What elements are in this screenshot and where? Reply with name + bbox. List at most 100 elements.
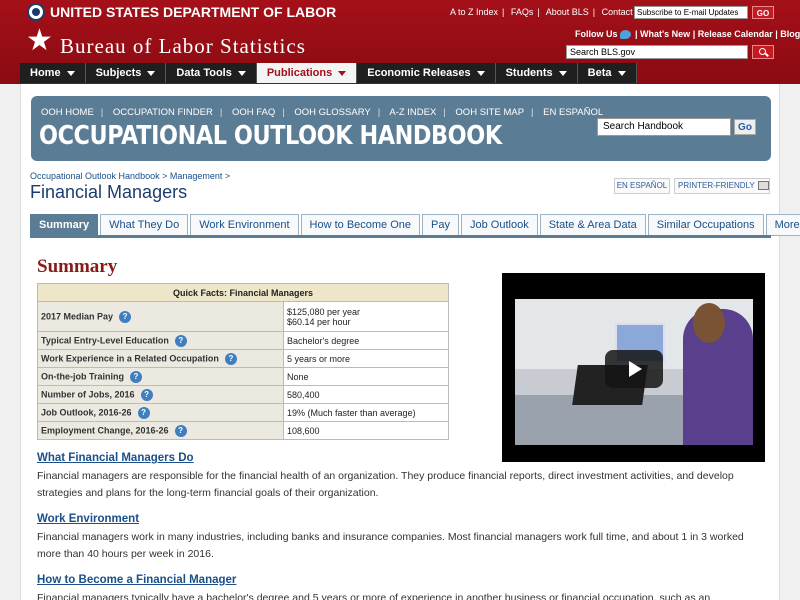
ooh-banner: OOH HOME | OCCUPATION FINDER | OOH FAQ | OO… <box>31 96 771 161</box>
help-icon[interactable]: ? <box>130 370 142 383</box>
breadcrumb-management[interactable]: Management <box>170 171 223 181</box>
fact-label: 2017 Median Pay? <box>37 301 284 332</box>
help-icon[interactable]: ? <box>119 310 132 323</box>
nav-subjects[interactable]: Subjects <box>85 63 167 83</box>
email-updates-input[interactable]: Subscribe to E-mail Updates <box>634 6 748 19</box>
email-go-button[interactable]: GO <box>752 6 774 19</box>
section-heading-how-to-become[interactable]: How to Become a Financial Manager <box>37 574 236 586</box>
ooh-title[interactable]: OCCUPATIONAL OUTLOOK HANDBOOK <box>39 121 502 151</box>
tab-work-environment[interactable]: Work Environment <box>190 214 299 236</box>
blog-link[interactable]: Blog <box>780 29 800 39</box>
section-heading-what-they-do[interactable]: What Financial Managers Do <box>37 452 194 464</box>
fact-label-text: On-the-job Training <box>41 370 124 381</box>
tab-more-info[interactable]: More Info <box>765 214 800 236</box>
bls-star-icon: ★ <box>26 24 53 57</box>
nav-students[interactable]: Students <box>495 63 578 83</box>
table-row: Job Outlook, 2016-26? 19% (Much faster t… <box>37 403 449 422</box>
fact-value: 580,400 <box>283 385 449 404</box>
dol-seal-icon[interactable] <box>27 3 45 21</box>
tab-state-area-data[interactable]: State & Area Data <box>539 214 646 236</box>
nav-beta[interactable]: Beta <box>577 63 637 83</box>
tab-pay[interactable]: Pay <box>422 214 459 236</box>
handbook-search-input[interactable]: Search Handbook <box>597 118 731 136</box>
help-icon[interactable]: ? <box>174 334 187 347</box>
ooh-faq-link[interactable]: OOH FAQ <box>232 107 275 118</box>
section-text: Financial managers work in many industri… <box>37 531 744 560</box>
espanol-button[interactable]: EN ESPAÑOL <box>614 178 670 194</box>
divider: | <box>592 7 596 17</box>
occupation-finder-link[interactable]: OCCUPATION FINDER <box>113 107 213 118</box>
tab-what-they-do[interactable]: What They Do <box>100 214 189 236</box>
link-a-to-z[interactable]: A to Z Index <box>450 7 498 17</box>
printer-friendly-label: PRINTER-FRIENDLY <box>678 181 755 190</box>
follow-us-link[interactable]: Follow Us <box>575 29 618 39</box>
chevron-down-icon <box>66 70 75 76</box>
search-icon[interactable] <box>752 45 774 59</box>
table-row: Employment Change, 2016-26? 108,600 <box>37 421 449 440</box>
handbook-go-button[interactable]: Go <box>734 119 756 135</box>
fact-label: Number of Jobs, 2016? <box>37 385 284 404</box>
fact-label-text: Number of Jobs, 2016 <box>41 388 135 399</box>
link-faqs[interactable]: FAQs <box>511 7 534 17</box>
page-title: Financial Managers <box>30 182 188 202</box>
fact-value: None <box>283 367 449 386</box>
divider: | <box>443 107 446 118</box>
bls-search-input[interactable]: Search BLS.gov <box>566 45 748 59</box>
nav-home[interactable]: Home <box>20 63 86 83</box>
breadcrumb-ooh[interactable]: Occupational Outlook Handbook <box>30 171 160 181</box>
tab-job-outlook[interactable]: Job Outlook <box>461 214 538 236</box>
chevron-down-icon <box>558 70 567 76</box>
chevron-down-icon <box>617 70 626 76</box>
help-icon[interactable]: ? <box>224 352 237 365</box>
section-text: Financial managers are responsible for t… <box>37 470 734 499</box>
video-player[interactable] <box>502 273 765 462</box>
table-row: Number of Jobs, 2016? 580,400 <box>37 385 449 404</box>
twitter-icon[interactable] <box>619 30 631 40</box>
summary-heading: Summary <box>37 256 118 277</box>
tab-similar-occupations[interactable]: Similar Occupations <box>647 214 764 236</box>
ooh-site-map-link[interactable]: OOH SITE MAP <box>455 107 524 118</box>
fact-label: Work Experience in a Related Occupation? <box>37 349 284 368</box>
table-row: 2017 Median Pay? $125,080 per year $60.14… <box>37 301 449 332</box>
whats-new-link[interactable]: What's New <box>640 29 690 39</box>
nav-data-tools[interactable]: Data Tools <box>166 63 257 83</box>
fact-label: On-the-job Training? <box>37 367 284 386</box>
page-gutter <box>781 84 800 600</box>
help-icon[interactable]: ? <box>174 424 187 437</box>
main-nav: Home Subjects Data Tools Publications Ec… <box>20 63 637 83</box>
fact-label: Job Outlook, 2016-26? <box>37 403 284 422</box>
divider: | <box>502 7 505 17</box>
scene-head <box>693 303 725 343</box>
printer-icon <box>757 181 769 191</box>
help-icon[interactable]: ? <box>137 406 150 419</box>
link-about-bls[interactable]: About BLS <box>546 7 589 17</box>
play-icon[interactable] <box>605 350 663 388</box>
tab-how-to-become-one[interactable]: How to Become One <box>300 214 421 236</box>
ooh-home-link[interactable]: OOH HOME <box>41 107 94 118</box>
help-icon[interactable]: ? <box>140 388 153 401</box>
fact-value: 108,600 <box>283 421 449 440</box>
ooh-glossary-link[interactable]: OOH GLOSSARY <box>294 107 370 118</box>
fact-value-line1: $125,080 per year <box>287 306 361 317</box>
tab-summary[interactable]: Summary <box>30 214 99 236</box>
divider: | <box>219 107 223 118</box>
printer-friendly-button[interactable]: PRINTER-FRIENDLY <box>674 178 770 194</box>
fact-value: Bachelor's degree <box>283 331 449 350</box>
a-z-index-link[interactable]: A-Z INDEX <box>389 107 436 118</box>
en-espanol-link[interactable]: EN ESPAÑOL <box>543 107 603 118</box>
section-heading-work-environment[interactable]: Work Environment <box>37 513 139 525</box>
divider: | <box>100 107 104 118</box>
nav-economic-releases[interactable]: Economic Releases <box>357 63 496 83</box>
dol-title[interactable]: UNITED STATES DEPARTMENT OF LABOR <box>50 4 336 20</box>
utility-links: A to Z Index | FAQs | About BLS | Contact U… <box>450 7 646 17</box>
nav-publications[interactable]: Publications <box>256 63 358 83</box>
bls-title[interactable]: Bureau of Labor Statistics <box>60 34 306 59</box>
fact-value: 5 years or more <box>283 349 449 368</box>
release-calendar-link[interactable]: Release Calendar <box>698 29 773 39</box>
fact-value: 19% (Much faster than average) <box>283 403 449 422</box>
breadcrumb: Occupational Outlook Handbook > Manageme… <box>30 171 230 181</box>
quick-facts-caption: Quick Facts: Financial Managers <box>37 283 449 302</box>
chevron-down-icon <box>338 70 347 76</box>
nav-label: Data Tools <box>176 67 232 79</box>
divider: | <box>690 29 698 39</box>
